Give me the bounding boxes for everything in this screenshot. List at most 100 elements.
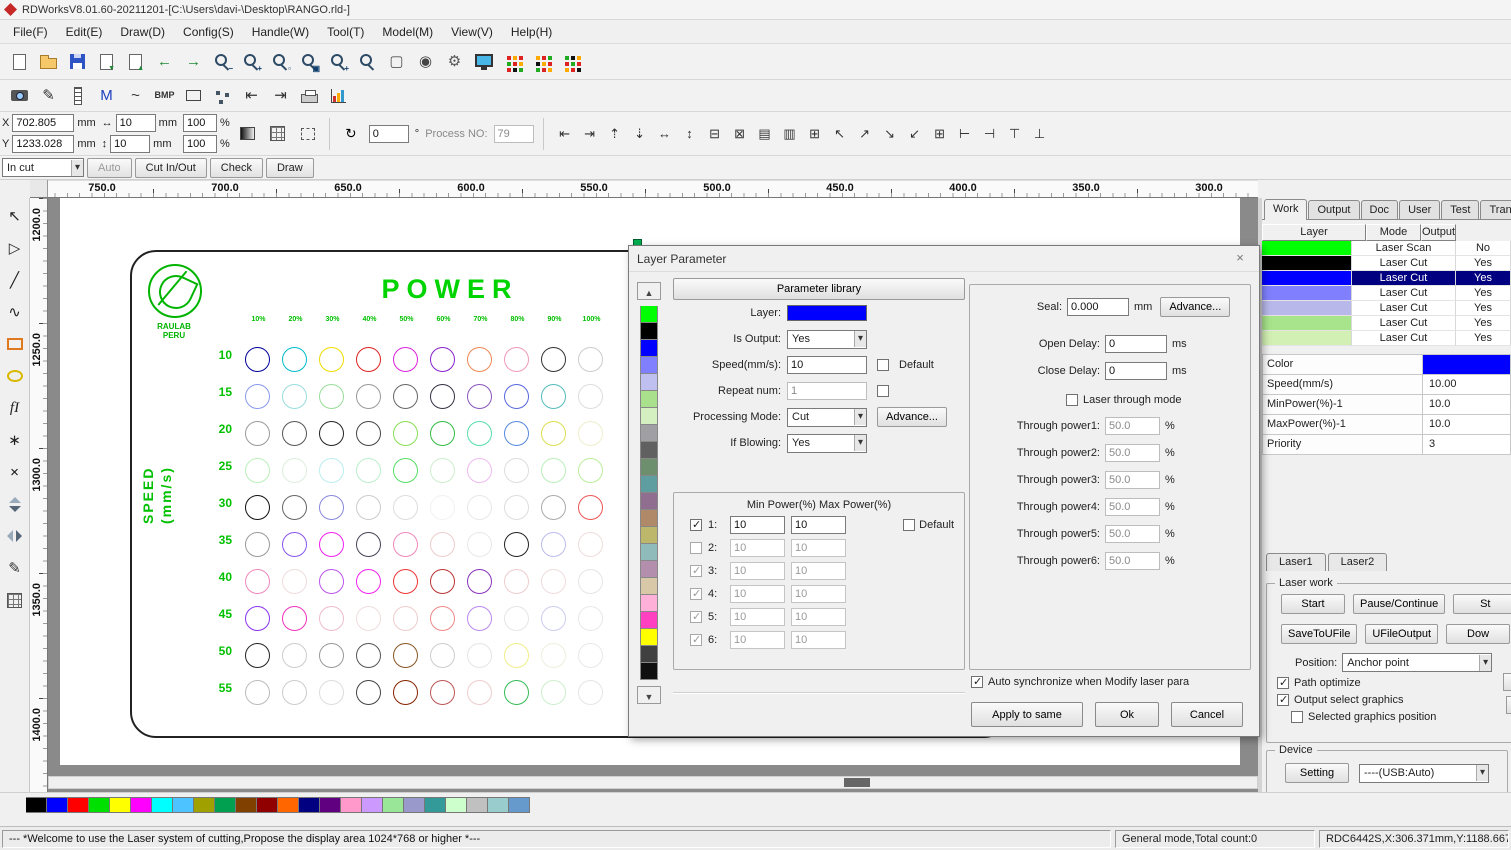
palette-color-swatch[interactable]	[640, 374, 658, 391]
path-optimize-checkbox[interactable]	[1277, 676, 1289, 689]
start-button[interactable]: Start	[1281, 594, 1345, 614]
edge-left-icon[interactable]: ⊢	[953, 122, 977, 146]
palette-color-swatch[interactable]	[640, 425, 658, 442]
tab-laser2[interactable]: Laser2	[1327, 553, 1388, 571]
test-circle[interactable]	[245, 347, 270, 372]
layer-color-swatch[interactable]	[1262, 316, 1352, 331]
tab-transform[interactable]: Tran	[1480, 200, 1511, 219]
position-select[interactable]: Anchor point	[1342, 653, 1493, 672]
property-value[interactable]: 10.00	[1423, 375, 1510, 394]
cut-mode-select[interactable]: In cut	[2, 158, 84, 177]
align-center-h-icon[interactable]: ↔	[653, 122, 677, 146]
palette-color-swatch[interactable]	[320, 796, 341, 813]
test-circle[interactable]	[467, 384, 492, 409]
tab-doc[interactable]: Doc	[1360, 200, 1399, 219]
test-circle[interactable]	[430, 384, 455, 409]
space-vertical-icon[interactable]: ⇥	[267, 82, 294, 109]
palette-color-swatch[interactable]	[640, 459, 658, 476]
draw-button[interactable]: Draw	[265, 157, 314, 178]
test-circle[interactable]	[467, 532, 492, 557]
layer-mode[interactable]: Laser Cut	[1352, 301, 1456, 316]
if-blowing-select[interactable]: Yes	[787, 433, 867, 453]
test-circle[interactable]	[282, 458, 307, 483]
test-circle[interactable]	[319, 421, 344, 446]
max-power-input[interactable]: 10	[791, 539, 846, 557]
layer-row[interactable]: Laser Cut Yes	[1262, 301, 1511, 316]
layer-row[interactable]: Laser Cut Yes	[1262, 286, 1511, 301]
ok-button[interactable]: Ok	[1095, 702, 1159, 727]
text-tool-icon[interactable]: fI	[2, 395, 28, 421]
test-circle[interactable]	[319, 384, 344, 409]
test-circle[interactable]	[578, 606, 603, 631]
test-circle[interactable]	[578, 458, 603, 483]
test-circle[interactable]	[504, 458, 529, 483]
palette-color-swatch[interactable]	[131, 796, 152, 813]
test-circle[interactable]	[430, 347, 455, 372]
auto-sync-checkbox[interactable]	[971, 675, 983, 688]
property-value[interactable]	[1423, 355, 1510, 374]
palette-color-swatch[interactable]	[640, 357, 658, 374]
menu-config[interactable]: Config(S)	[174, 21, 243, 43]
test-circle[interactable]	[282, 532, 307, 557]
palette-color-swatch[interactable]	[257, 796, 278, 813]
apply-to-same-button[interactable]: Apply to same	[971, 702, 1083, 727]
test-circle[interactable]	[430, 680, 455, 705]
test-circle[interactable]	[356, 458, 381, 483]
layer-color-swatch[interactable]	[1262, 241, 1352, 256]
process-no-input[interactable]: 79	[493, 124, 534, 143]
palette-color-swatch[interactable]	[488, 796, 509, 813]
test-circle[interactable]	[245, 384, 270, 409]
test-circle[interactable]	[319, 606, 344, 631]
tools-icon[interactable]: ⚙	[441, 48, 468, 75]
test-circle[interactable]	[282, 606, 307, 631]
test-circle[interactable]	[504, 532, 529, 557]
stop-button[interactable]: St	[1453, 594, 1511, 614]
test-circle[interactable]	[541, 495, 566, 520]
anchor-top-right-icon[interactable]: ↗	[853, 122, 877, 146]
test-circle[interactable]	[504, 569, 529, 594]
palette-color-swatch[interactable]	[89, 796, 110, 813]
power-row-checkbox[interactable]	[690, 564, 702, 577]
test-circle[interactable]	[393, 495, 418, 520]
dialog-title-bar[interactable]: Layer Parameter ×	[629, 246, 1259, 272]
layer-row[interactable]: Laser Cut Yes	[1262, 316, 1511, 331]
bmp-label[interactable]: BMP	[151, 82, 178, 109]
power-row-checkbox[interactable]	[690, 610, 702, 623]
layer-output[interactable]: Yes	[1456, 256, 1511, 271]
repeat-num-input[interactable]: 1	[787, 382, 867, 400]
test-circle[interactable]	[504, 680, 529, 705]
test-circle[interactable]	[430, 458, 455, 483]
palette-color-swatch[interactable]	[640, 493, 658, 510]
vertical-ruler[interactable]: 1200.0 1250.0 1300.0 1350.0 1400.0	[30, 198, 48, 792]
layer-mode[interactable]: Laser Cut	[1352, 256, 1456, 271]
test-circle[interactable]	[430, 495, 455, 520]
tab-test[interactable]: Test	[1441, 200, 1480, 219]
test-circle[interactable]	[245, 421, 270, 446]
space-horizontal-icon[interactable]: ⇤	[238, 82, 265, 109]
test-circle[interactable]	[578, 384, 603, 409]
scale-x-input[interactable]: 100	[183, 114, 217, 132]
same-width-icon[interactable]: ⊟	[703, 122, 727, 146]
palette-color-swatch[interactable]	[640, 408, 658, 425]
pattern-copy2-icon[interactable]	[528, 48, 555, 75]
palette-color-swatch[interactable]	[215, 796, 236, 813]
palette-color-swatch[interactable]	[640, 527, 658, 544]
palette-color-swatch[interactable]	[425, 796, 446, 813]
test-circle[interactable]	[578, 421, 603, 446]
x-position-input[interactable]: 702.805	[12, 114, 75, 132]
test-circle[interactable]	[467, 421, 492, 446]
pause-continue-button[interactable]: Pause/Continue	[1353, 594, 1446, 614]
mirror-horizontal-icon[interactable]	[2, 523, 28, 549]
zoom-all-icon[interactable]: ▣	[296, 48, 323, 75]
max-power-input[interactable]: 10	[791, 631, 846, 649]
test-circle[interactable]	[319, 347, 344, 372]
cancel-button[interactable]: Cancel	[1171, 702, 1243, 727]
menu-handle[interactable]: Handle(W)	[243, 21, 318, 43]
palette-color-swatch[interactable]	[152, 796, 173, 813]
select-tool-icon[interactable]: ↖	[2, 203, 28, 229]
layer-row[interactable]: Laser Cut Yes	[1262, 256, 1511, 271]
layer-color-swatch[interactable]	[1262, 301, 1352, 316]
tab-work[interactable]: Work	[1264, 199, 1308, 220]
offset-tool-icon[interactable]: ✎	[2, 555, 28, 581]
test-circle[interactable]	[393, 532, 418, 557]
